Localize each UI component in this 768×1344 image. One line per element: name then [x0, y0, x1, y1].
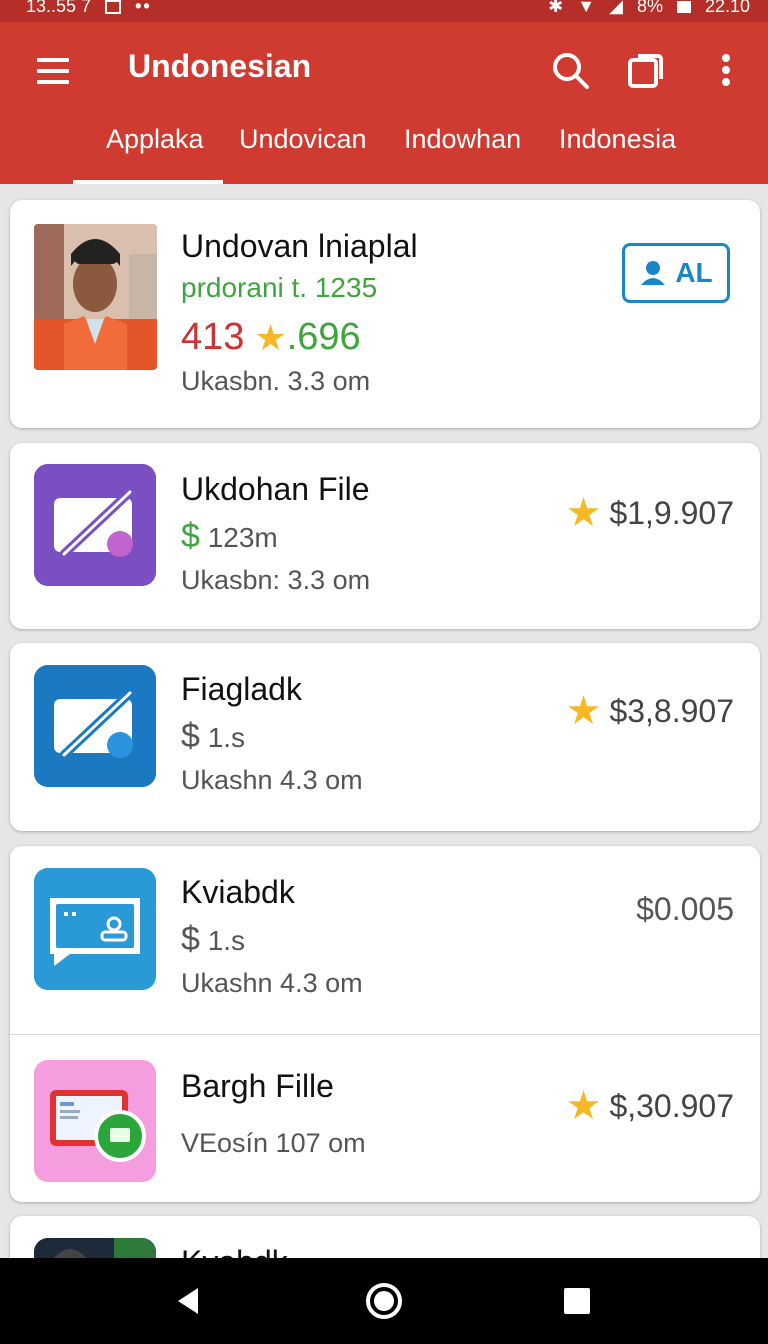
windows-button[interactable] — [626, 50, 668, 92]
person-icon — [641, 261, 666, 285]
menu-button[interactable] — [34, 56, 74, 86]
tab-indowhan[interactable]: Indowhan — [404, 124, 521, 155]
add-contact-button[interactable]: AL — [622, 243, 730, 303]
star-icon: ★ — [254, 316, 287, 358]
tab-applaka[interactable]: Applaka — [106, 124, 204, 155]
chat-app-icon — [34, 868, 156, 990]
item-meta: Ukasbn: 3.3 om — [181, 565, 371, 595]
search-icon — [553, 53, 589, 89]
app-bar: Undonesian Applaka Undovican Indowhan In… — [0, 22, 768, 184]
home-button[interactable] — [361, 1278, 407, 1324]
list-item[interactable]: Ukdohan File $ 123m Ukasbn: 3.3 om ★ $1,… — [10, 443, 760, 629]
notification-icon — [105, 0, 122, 14]
item-subtitle: prdorani t. 1235 — [181, 272, 378, 303]
tab-indonesia[interactable]: Indonesia — [559, 124, 676, 155]
copy-windows-icon — [628, 54, 663, 88]
rating-green-value: .696 — [286, 316, 361, 358]
hamburger-icon-line — [37, 69, 69, 73]
item-title: Fiagladk — [181, 671, 302, 707]
more-vert-icon — [722, 54, 730, 86]
wifi-icon: ▼ — [577, 0, 596, 16]
back-button[interactable] — [166, 1278, 212, 1324]
hamburger-icon — [37, 58, 69, 62]
hamburger-icon-line — [37, 80, 69, 84]
list-group: Kviabdk $ 1.s Ukashn 4.3 om $0.005 Bargh… — [10, 846, 760, 1202]
status-bar: 13..55 7 •• ✱ ▼ ◢ 8% 22.10 — [0, 0, 768, 22]
item-meta: Ukashn 4.3 om — [181, 765, 363, 795]
list-item[interactable]: Undovan lniaplal prdorani t. 1235 413 ★ … — [10, 200, 760, 428]
tab-bar: Applaka Undovican Indowhan Indonesia — [0, 118, 768, 184]
item-value: ★ $3,8.907 — [566, 691, 734, 731]
status-time: 13..55 7 — [26, 0, 92, 16]
battery-icon — [676, 0, 691, 13]
star-icon: ★ — [565, 491, 602, 535]
item-meta: Ukasbn. 3.3 om — [181, 366, 371, 396]
app-title: Undonesian — [128, 48, 312, 84]
pink-message-app-icon — [34, 1060, 156, 1182]
search-button[interactable] — [550, 50, 592, 92]
currency-symbol: $ — [181, 517, 200, 555]
price-value: 123m — [207, 522, 278, 553]
item-meta: VEosín 107 om — [181, 1128, 366, 1158]
recents-button[interactable] — [554, 1278, 600, 1324]
item-price: $ 123m — [181, 517, 278, 556]
more-options-button[interactable] — [708, 50, 744, 92]
currency-symbol: $ — [181, 717, 200, 755]
value-amount: $,30.907 — [609, 1087, 734, 1124]
add-contact-label: AL — [675, 257, 713, 288]
status-clock: 22.10 — [704, 0, 750, 16]
bluetooth-icon: ✱ — [548, 0, 564, 16]
star-icon: ★ — [565, 689, 602, 733]
blue-pencil-app-icon — [34, 665, 156, 787]
battery-percent: 8% — [636, 0, 663, 16]
list-item[interactable]: Fiagladk $ 1.s Ukashn 4.3 om ★ $3,8.907 — [10, 643, 760, 831]
item-price: $ 1.s — [181, 717, 245, 756]
item-title: Undovan lniaplal — [181, 228, 418, 264]
item-value: ★ $1,9.907 — [566, 493, 734, 533]
home-circle-icon — [366, 1283, 402, 1319]
more-notifications-icon: •• — [135, 0, 152, 16]
item-title[interactable]: Kviabdk — [181, 874, 295, 911]
item-rating: 413 ★ .696 — [181, 316, 361, 359]
item-value: ★ $,30.907 — [566, 1086, 734, 1126]
divider — [10, 1034, 760, 1035]
currency-symbol: $ — [181, 920, 200, 958]
purple-pencil-app-icon — [34, 464, 156, 586]
item-value: $0.005 — [636, 891, 734, 928]
system-nav-bar — [0, 1258, 768, 1344]
value-amount: $3,8.907 — [609, 692, 734, 729]
item-title: Ukdohan File — [181, 471, 370, 507]
tab-undovican[interactable]: Undovican — [239, 124, 367, 155]
recents-square-icon — [564, 1288, 590, 1314]
item-price: $ 1.s — [181, 920, 245, 959]
item-meta: Ukashn 4.3 om — [181, 968, 363, 998]
signal-icon: ◢ — [609, 0, 623, 16]
price-value: 1.s — [207, 925, 246, 956]
value-amount: $1,9.907 — [609, 494, 734, 531]
rating-red-value: 413 — [181, 316, 245, 358]
back-triangle-icon — [178, 1288, 198, 1314]
price-value: 1.s — [207, 722, 246, 753]
value-amount: $0.005 — [636, 891, 734, 927]
item-title[interactable]: Bargh Fille — [181, 1068, 334, 1105]
star-icon: ★ — [565, 1084, 602, 1128]
active-tab-indicator — [73, 180, 223, 184]
person-photo — [34, 224, 157, 370]
